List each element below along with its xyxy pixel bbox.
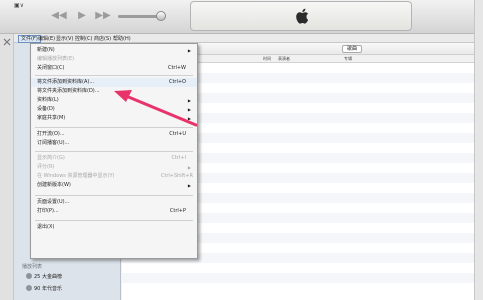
column-time[interactable]: 时间 xyxy=(263,55,271,63)
smart-playlist-icon xyxy=(26,273,32,279)
sidebar-item-playlist[interactable]: 90 年代音乐 xyxy=(26,285,62,292)
menu-separator xyxy=(35,220,193,221)
sidebar-item-playlist[interactable]: 25 大金曲榜 xyxy=(26,273,62,280)
menu-separator xyxy=(35,75,193,76)
menu-item-page-setup[interactable]: 页面设置(U)... xyxy=(31,198,197,207)
sidebar-item-label: 90 年代音乐 xyxy=(34,286,62,292)
menu-item-new[interactable]: 新建(N) ▶ xyxy=(31,46,197,55)
close-icon[interactable] xyxy=(3,38,11,46)
menu-item-show-in-explorer: 在 Windows 资源管理器中显示(Y) Ctrl+Shift+R xyxy=(37,173,193,179)
menu-item-edit-playlist: 编辑播放列表(E) xyxy=(37,56,75,62)
menu-item-rating: 评分(R) ▶ xyxy=(37,164,191,170)
previous-button[interactable]: ◀◀ xyxy=(48,10,70,22)
menu-item-get-info: 显示简介(G) Ctrl+I xyxy=(37,155,186,161)
column-artist[interactable]: 表演者 xyxy=(278,55,290,63)
menu-item-open-stream[interactable]: 打开流(O)... Ctrl+U xyxy=(31,130,197,139)
player-toolbar: ▣∨ ◀◀ ▶ ▶▶ xyxy=(0,0,483,34)
sidebar-section-playlists: 播放列表 xyxy=(22,264,43,270)
menu-item-add-file-to-library[interactable]: 将文件添加到资料库(A)... Ctrl+O xyxy=(31,78,197,87)
sidebar-item-label: 25 大金曲榜 xyxy=(34,274,62,280)
annotation-arrow-icon xyxy=(114,90,198,127)
file-menu-dropdown: 新建(N) ▶ 编辑播放列表(E) 关闭窗口(C) Ctrl+W 将文件添加到资料库… xyxy=(30,43,198,259)
volume-knob[interactable] xyxy=(156,11,166,21)
window-right-rail xyxy=(474,0,483,300)
menu-item-create-new-version[interactable]: 创建新版本(W) ▶ xyxy=(31,181,197,190)
menu-item-close-window[interactable]: 关闭窗口(C) Ctrl+W xyxy=(31,64,197,73)
apple-logo-icon xyxy=(296,8,309,24)
smart-playlist-icon xyxy=(26,285,32,291)
list-row[interactable] xyxy=(122,273,474,283)
menu-help[interactable]: 帮助(H) xyxy=(111,35,133,43)
menu-item-exit[interactable]: 退出(X) xyxy=(31,223,197,232)
menu-separator xyxy=(35,151,193,152)
menu-item-print[interactable]: 打印(P)... Ctrl+P xyxy=(31,207,197,216)
play-button[interactable]: ▶ xyxy=(74,10,90,22)
menu-item-subscribe-podcast[interactable]: 订阅播客(U)... xyxy=(31,139,197,148)
next-button[interactable]: ▶▶ xyxy=(92,10,114,22)
column-album[interactable]: 专辑 xyxy=(344,55,352,63)
menu-separator xyxy=(35,195,193,196)
window-left-strip xyxy=(0,0,14,300)
songs-view-button[interactable]: 歌曲 xyxy=(342,45,362,53)
menu-bar: 文件(F) 编辑(E) 显示(V) 控制(C) 商店(S) 帮助(H) xyxy=(14,34,474,43)
menu-store[interactable]: 商店(S) xyxy=(92,35,113,43)
window-menu-button[interactable]: ▣∨ xyxy=(14,2,24,9)
